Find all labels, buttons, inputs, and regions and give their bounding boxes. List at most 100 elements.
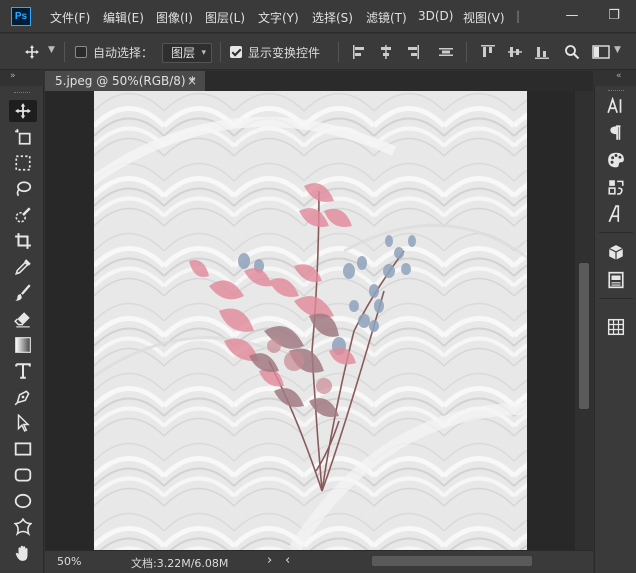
collapse-left-icon[interactable]: » xyxy=(10,71,16,85)
align-bottom-icon[interactable] xyxy=(534,44,550,60)
menu-type[interactable]: 文字(Y) xyxy=(258,9,299,26)
type-icon xyxy=(15,363,31,379)
menu-3d[interactable]: 3D(D) xyxy=(418,9,453,23)
auto-select-label: 自动选择： xyxy=(93,46,154,60)
workspace-chevron-icon[interactable]: ▼ xyxy=(614,45,621,55)
auto-select-target-dropdown[interactable]: 图层 ▾ xyxy=(162,43,212,63)
align-left-icon[interactable] xyxy=(352,44,368,60)
show-transform-checkbox[interactable] xyxy=(230,46,242,58)
crop-tool[interactable] xyxy=(9,230,37,252)
glyphs-icon[interactable] xyxy=(606,204,626,224)
menu-layer[interactable]: 图层(L) xyxy=(205,9,245,26)
flower-bouquet-image xyxy=(94,91,527,550)
close-icon[interactable]: × xyxy=(187,71,197,91)
align-right-icon[interactable] xyxy=(404,44,420,60)
rounded-rectangle-tool[interactable] xyxy=(9,464,37,486)
align-vertical-center-icon[interactable] xyxy=(507,44,523,60)
lasso-tool[interactable] xyxy=(9,178,37,200)
eyedropper-icon xyxy=(15,259,31,275)
status-bar: 50% 文档:3.22M/6.08M › ‹ xyxy=(45,550,593,573)
distribute-horizontal-icon[interactable] xyxy=(438,44,454,60)
marquee-tool[interactable] xyxy=(9,152,37,174)
menu-view[interactable]: 视图(V) xyxy=(463,9,505,26)
hand-tool[interactable] xyxy=(9,542,37,564)
document-canvas[interactable] xyxy=(94,91,527,550)
divider xyxy=(466,42,467,62)
rectangular-marquee-icon xyxy=(15,155,31,171)
search-icon[interactable] xyxy=(564,44,580,60)
custom-shape-tool[interactable] xyxy=(9,516,37,538)
rectangle-icon xyxy=(14,442,32,456)
vertical-scrollbar[interactable] xyxy=(575,91,593,550)
layer-comps-icon[interactable] xyxy=(606,270,626,290)
panel-grip xyxy=(608,90,624,92)
gradient-icon xyxy=(15,337,31,353)
quick-select-tool[interactable] xyxy=(9,204,37,226)
eraser-icon xyxy=(14,312,30,328)
document-tab[interactable]: 5.jpeg @ 50%(RGB/8) * × xyxy=(45,71,205,91)
rounded-rectangle-icon xyxy=(14,468,32,482)
rectangle-tool[interactable] xyxy=(9,438,37,460)
right-panel-dock xyxy=(594,86,636,573)
scroll-left-arrow-icon[interactable]: ‹ xyxy=(285,553,290,568)
glyph-swap-icon[interactable] xyxy=(606,177,626,197)
paragraph-icon[interactable] xyxy=(606,123,626,143)
options-bar: ▼ 自动选择： 图层 ▾ 显示变换控件 ▼ xyxy=(0,34,636,70)
quick-select-icon xyxy=(15,207,31,223)
menu-image[interactable]: 图像(I) xyxy=(156,9,193,26)
auto-select-target-value: 图层 xyxy=(171,46,196,60)
document-tab-bar: 5.jpeg @ 50%(RGB/8) * × xyxy=(45,71,593,91)
document-tab-title: 5.jpeg @ 50%(RGB/8) * xyxy=(55,74,196,88)
hand-icon xyxy=(15,545,28,561)
menu-bar: Ps 文件(F) 编辑(E) 图像(I) 图层(L) 文字(Y) 选择(S) 滤… xyxy=(0,0,636,33)
divider xyxy=(64,42,65,62)
canvas-area[interactable] xyxy=(45,91,575,550)
zoom-level[interactable]: 50% xyxy=(57,555,81,568)
status-menu-arrow-icon[interactable]: › xyxy=(267,553,272,568)
divider xyxy=(338,42,339,62)
eyedropper-tool[interactable] xyxy=(9,256,37,278)
custom-shape-icon xyxy=(14,518,32,536)
gradient-tool[interactable] xyxy=(9,334,37,356)
document-size[interactable]: 文档:3.22M/6.08M xyxy=(131,555,228,571)
tool-preset-chevron-icon[interactable]: ▼ xyxy=(48,45,55,55)
workspace-icon[interactable] xyxy=(592,44,610,60)
chevron-down-icon: ▾ xyxy=(201,48,206,58)
crop-icon xyxy=(15,233,31,249)
brush-tool[interactable] xyxy=(9,282,37,304)
tools-panel xyxy=(0,86,44,573)
collapse-right-icon[interactable]: « xyxy=(616,71,622,85)
restore-button[interactable]: ❐ xyxy=(598,4,630,28)
ellipse-tool[interactable] xyxy=(9,490,37,512)
menu-filter[interactable]: 滤镜(T) xyxy=(366,9,407,26)
move-tool[interactable] xyxy=(9,100,37,122)
align-horizontal-center-icon[interactable] xyxy=(378,44,394,60)
path-select-tool[interactable] xyxy=(9,412,37,434)
horizontal-scroll-thumb[interactable] xyxy=(372,556,532,566)
divider xyxy=(220,42,221,62)
align-top-icon[interactable] xyxy=(480,44,496,60)
pen-tool[interactable] xyxy=(9,386,37,408)
auto-select-checkbox[interactable] xyxy=(75,46,87,58)
menu-edit[interactable]: 编辑(E) xyxy=(103,9,144,26)
move-tool-icon[interactable] xyxy=(24,44,40,60)
vertical-scroll-thumb[interactable] xyxy=(579,263,589,409)
show-transform-label: 显示变换控件 xyxy=(248,46,321,60)
ellipse-icon xyxy=(14,493,32,509)
color-palette-icon[interactable] xyxy=(606,150,626,170)
arrow-select-icon xyxy=(17,414,30,432)
lasso-icon xyxy=(16,181,32,197)
3d-icon[interactable] xyxy=(606,243,626,263)
menu-select[interactable]: 选择(S) xyxy=(312,9,353,26)
eraser-tool[interactable] xyxy=(9,308,37,330)
panel-grip xyxy=(14,92,30,94)
menu-file[interactable]: 文件(F) xyxy=(50,9,90,26)
type-tool[interactable] xyxy=(9,360,37,382)
grid-icon[interactable] xyxy=(606,317,626,337)
artboard-icon xyxy=(15,129,31,145)
minimize-button[interactable]: — xyxy=(556,4,588,28)
photoshop-logo: Ps xyxy=(11,7,31,26)
character-icon[interactable] xyxy=(606,96,626,116)
artboard-tool[interactable] xyxy=(9,126,37,148)
divider xyxy=(599,232,633,233)
